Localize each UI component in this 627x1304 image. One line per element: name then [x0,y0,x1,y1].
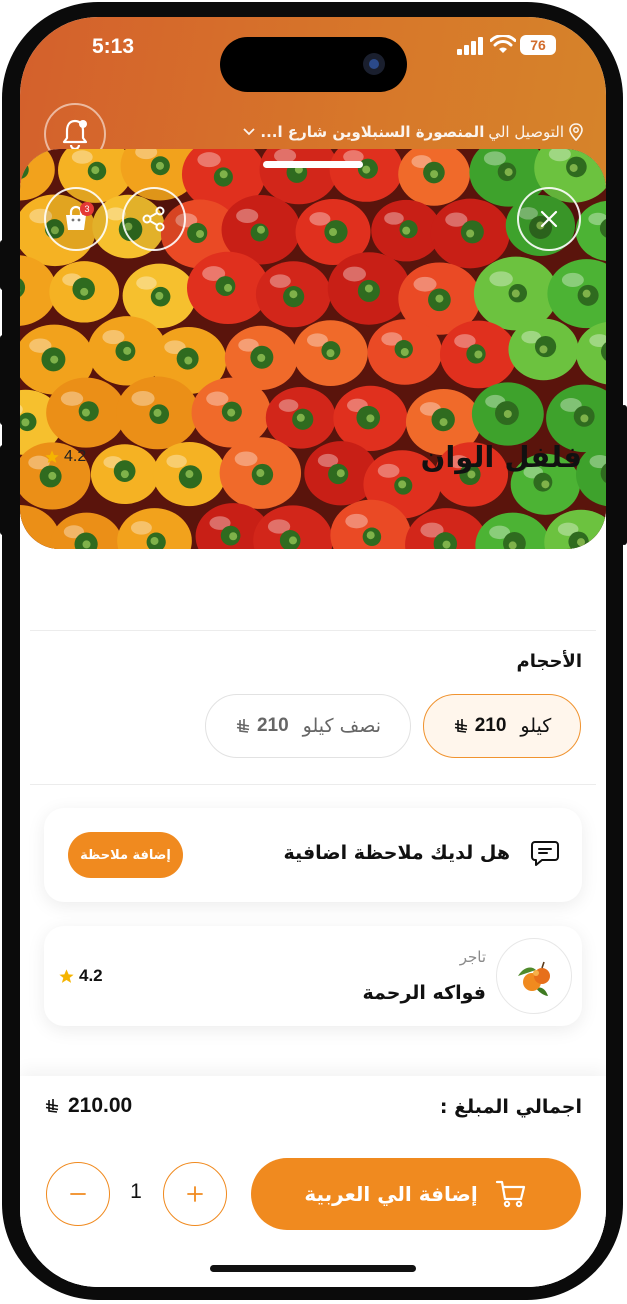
pepper [191,377,271,448]
chevron-down-icon [243,128,256,136]
pepper [49,261,120,323]
quantity-value: 1 [130,1180,142,1203]
size-option-name: كيلو [520,715,552,737]
pepper [367,319,443,385]
riyal-currency-icon [236,719,250,733]
total-amount: 210.00 [44,1094,132,1118]
note-card: هل لديك ملاحظة اضافية إضافة ملاحظة [44,808,582,902]
pepper [219,437,302,509]
size-option-price: 210 [453,715,507,737]
pepper [293,320,368,386]
delivery-prefix: التوصيل الي [488,123,564,141]
increase-quantity-button[interactable] [163,1162,227,1226]
close-icon [540,210,558,228]
size-option-half-kilo[interactable]: نصف كيلو 210 [205,694,411,758]
minus-icon [70,1193,86,1195]
size-option-kilo[interactable]: كيلو 210 [423,694,581,758]
vendor-rating-value: 4.2 [79,966,103,985]
share-button[interactable] [122,187,186,251]
star-icon [59,968,74,983]
decrease-quantity-button[interactable] [46,1162,110,1226]
battery-indicator: 76 [520,35,556,55]
cart-icon [495,1180,525,1208]
size-option-price-value: 210 [256,715,289,736]
pepper [439,320,517,389]
note-question: هل لديك ملاحظة اضافية [283,842,510,864]
share-icon [142,206,165,232]
sheet-grabber[interactable] [263,161,363,168]
total-label: اجمالي المبلغ : [439,1096,582,1118]
riyal-currency-icon [454,719,467,733]
add-note-button[interactable]: إضافة ملاحظة [68,832,183,878]
delivery-location[interactable]: التوصيل الي المنصورة السنبلاوين شارع ا..… [242,123,584,141]
chat-note-icon [531,841,559,866]
fruit-logo-icon [518,961,550,996]
size-option-price: 210 [235,715,289,737]
add-to-cart-button[interactable]: إضافة الي العربية [251,1158,581,1230]
pepper [471,382,544,446]
location-pin-icon [569,123,583,141]
pepper [90,444,159,505]
bell-icon [62,119,88,150]
vendor-name: فواكه الرحمة [362,982,486,1004]
phone-mockup: 5:13 76 التوصيل الي المنصورة السنبلاوين … [0,0,627,1304]
status-time: 5:13 [92,35,135,58]
cart-button[interactable]: 3 [44,187,108,251]
total-amount-value: 210.00 [68,1094,133,1117]
close-button[interactable] [517,187,581,251]
star-icon [45,450,59,463]
cart-count-badge: 3 [80,202,94,216]
vendor-tag: تاجر [459,948,486,966]
pepper [152,441,226,507]
camera-icon [363,53,385,75]
sizes-label: الأحجام [516,651,582,672]
product-rating: 4.2 [44,448,86,466]
pepper [116,376,199,450]
divider [30,630,596,631]
pepper [430,198,510,269]
checkout-bar: اجمالي المبلغ : 210.00 إضافة الي العربية… [20,1076,606,1287]
vendor-rating: 4.2 [58,966,103,986]
plus-icon [187,1186,203,1202]
add-to-cart-label: إضافة الي العربية [304,1182,478,1206]
delivery-address: المنصورة السنبلاوين شارع ا... [260,123,485,141]
pepper [46,377,126,448]
signal-icon [457,37,483,55]
screen: 5:13 76 التوصيل الي المنصورة السنبلاوين … [20,17,606,1287]
dynamic-island [220,37,407,92]
divider [30,784,596,785]
product-title: فلفل الوان [420,440,582,474]
wifi-icon [490,35,516,53]
size-option-name: نصف كيلو [302,715,382,737]
vendor-logo [496,938,572,1014]
size-option-price-value: 210 [474,715,507,736]
pepper [333,385,408,451]
vendor-card[interactable]: تاجر فواكه الرحمة 4.2 [44,926,582,1026]
pepper [255,261,331,328]
pepper [265,387,336,449]
riyal-currency-icon [45,1099,59,1113]
home-indicator [210,1265,416,1272]
product-rating-value: 4.2 [64,448,87,465]
pepper [508,318,579,381]
pepper [327,252,411,325]
